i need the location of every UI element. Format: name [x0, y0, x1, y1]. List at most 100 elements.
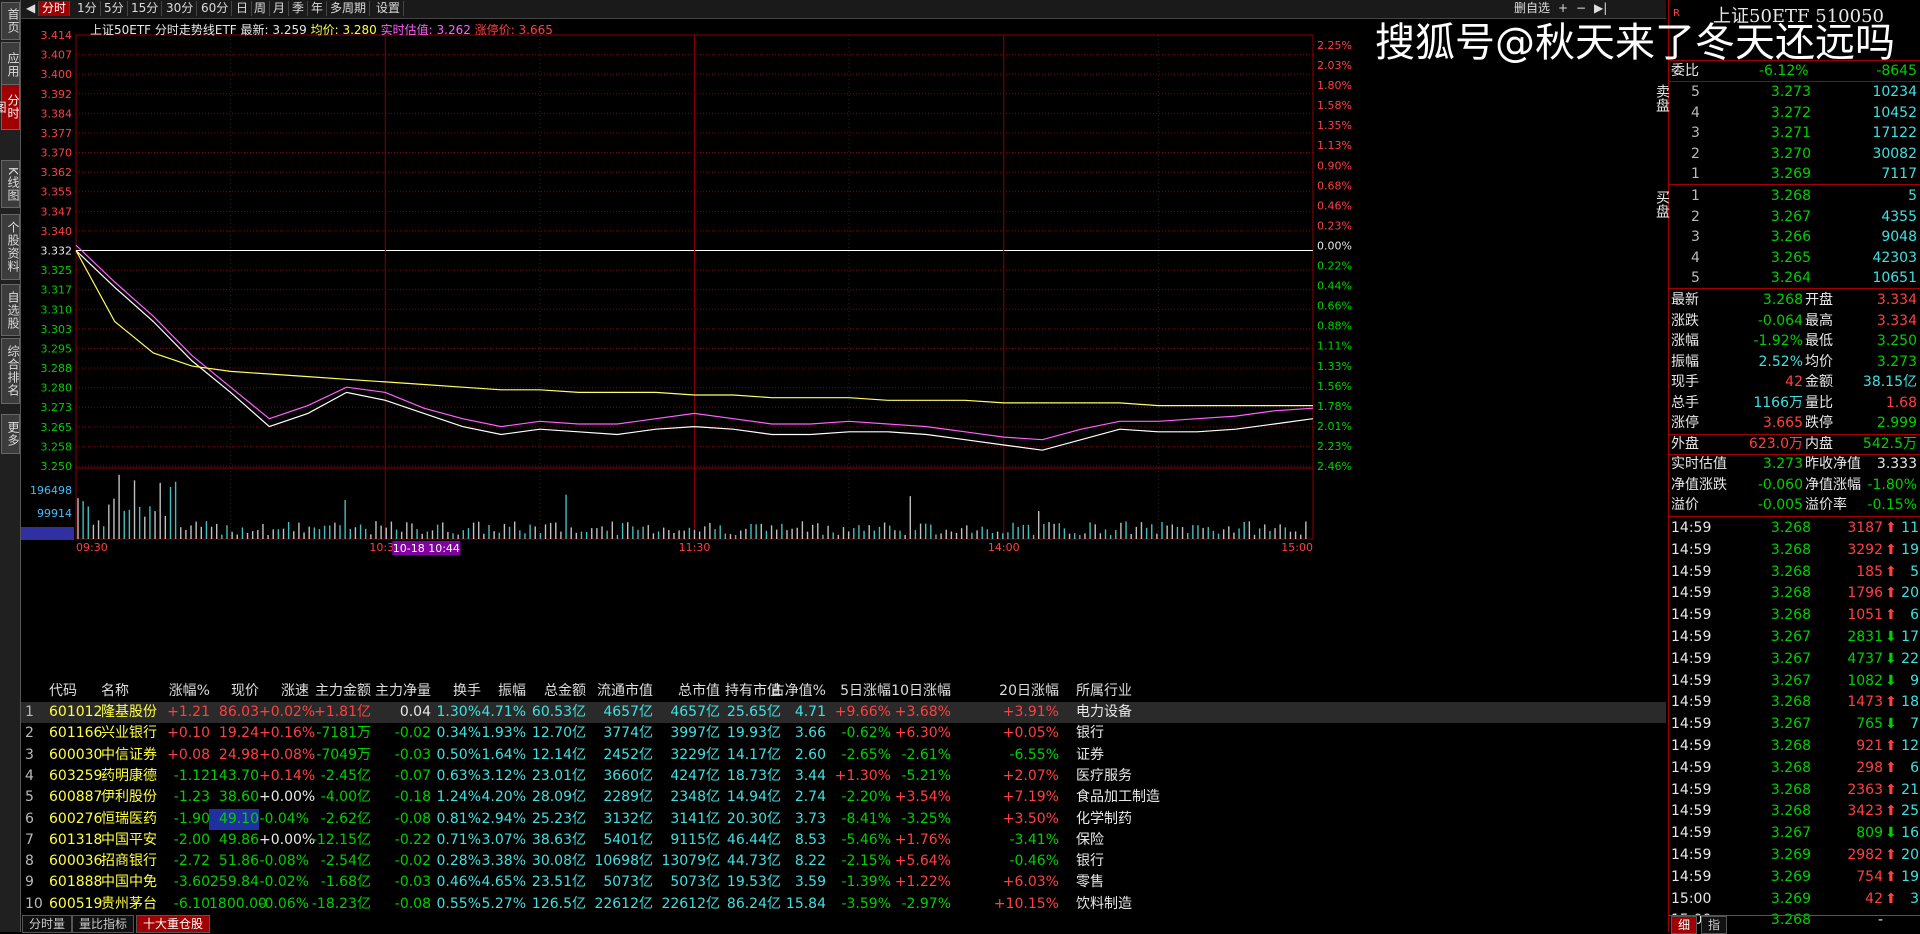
table-row[interactable]: 4 603259 药明康德 -1.12 143.70 +0.14% -2.45亿 -0.07 0… — [21, 766, 1666, 787]
nav-home[interactable]: 首页 — [1, 2, 20, 40]
tab-timeshare[interactable]: 分时 — [39, 1, 71, 16]
nav-timeshare[interactable]: 分时图 — [0, 84, 20, 130]
chg-5d: +9.66% — [834, 704, 891, 720]
pct-tick-label: 2.01% — [1317, 420, 1352, 433]
tab-1min[interactable]: 1分 — [74, 1, 101, 16]
tab-day[interactable]: 日 — [233, 1, 253, 16]
nav-apps[interactable]: 应用 — [1, 42, 20, 88]
nav-stock-info[interactable]: 个股资料 — [1, 214, 20, 280]
arrow-down-icon: ⬇ — [1885, 716, 1897, 733]
sell-level-row[interactable]: 4 3.272 10452 — [1671, 103, 1920, 124]
tick-volume: 3187 — [1847, 520, 1883, 536]
stat-value: 1.68 — [1885, 394, 1917, 411]
col-header[interactable]: 总金额 — [531, 681, 586, 702]
table-row[interactable]: 10 600519 贵州茅台 -6.10 1800.00 -0.06% -18.23亿 -0.… — [21, 894, 1666, 915]
table-row[interactable]: 7 601318 中国平安 -2.00 49.86 +0.00% -12.15亿 -0.22 0… — [21, 830, 1666, 851]
amplitude: 4.71% — [481, 704, 526, 720]
total-amount: 60.53亿 — [531, 704, 586, 720]
tick-volume: 1796 — [1847, 585, 1883, 602]
tab-month[interactable]: 月 — [270, 1, 290, 16]
arrow-down-icon: ⬇ — [1885, 629, 1897, 645]
tab-30min[interactable]: 30分 — [163, 1, 198, 16]
tab-index[interactable]: 指 — [1701, 916, 1728, 934]
sell-level-row[interactable]: 3 3.271 17122 — [1671, 123, 1920, 144]
sell-level-row[interactable]: 1 3.269 7117 — [1671, 164, 1920, 185]
buy-level-row[interactable]: 5 3.264 10651 — [1671, 268, 1920, 289]
sell-level-row[interactable]: 5 3.273 10234 — [1671, 82, 1920, 103]
nav-pct: 4.71 — [794, 704, 826, 720]
nav-more[interactable]: 更多 — [1, 414, 20, 454]
time-tick-label: 15:00 — [1281, 541, 1313, 554]
row-index: 3 — [25, 746, 34, 763]
col-header[interactable]: 换手 — [436, 681, 481, 702]
tab-detail[interactable]: 细 — [1671, 916, 1698, 934]
nav-watchlist[interactable]: 自选股 — [1, 284, 20, 336]
price-tick-label: 3.400 — [41, 68, 73, 81]
nav-ranking[interactable]: 综合排名 — [1, 338, 20, 404]
tab-top10-holdings[interactable]: 十大重仓股 — [136, 915, 211, 933]
stat-label: 最低 — [1805, 333, 1833, 349]
stock-code: 603259 — [49, 767, 103, 784]
col-header[interactable]: 名称 — [101, 681, 161, 702]
total-amount: 126.5亿 — [531, 895, 586, 912]
col-header[interactable]: 现价 — [209, 681, 259, 702]
tab-year[interactable]: 年 — [308, 1, 328, 16]
tab-60min[interactable]: 60分 — [198, 1, 233, 16]
stock-code: 600519 — [49, 895, 103, 912]
nav-kline[interactable]: K线图 — [1, 160, 20, 208]
tab-week[interactable]: 周 — [251, 1, 271, 16]
level-price: 3.268 — [1770, 188, 1811, 204]
sell-level-row[interactable]: 2 3.270 30082 — [1671, 144, 1920, 165]
buy-level-row[interactable]: 1 3.268 5 — [1671, 186, 1920, 207]
col-header[interactable]: 所属行业 — [1076, 681, 1226, 702]
price-tick-label: 3.273 — [41, 401, 73, 414]
stock-code: 601318 — [49, 831, 103, 848]
table-row[interactable]: 2 601166 兴业银行 +0.10 19.24 +0.16% -7181万 -0.02 0.… — [21, 723, 1666, 744]
turnover: 0.50% — [436, 746, 481, 763]
row-index: 8 — [25, 853, 34, 870]
col-header[interactable]: 涨幅% — [165, 681, 210, 702]
back-icon[interactable]: ◀ — [23, 1, 40, 16]
table-row[interactable]: 8 600036 招商银行 -2.72 51.86 -0.08% -2.54亿 -0.02 0.… — [21, 851, 1666, 872]
industry: 保险 — [1076, 831, 1104, 848]
col-header[interactable]: 5日涨幅 — [831, 681, 891, 702]
industry: 化学制药 — [1076, 810, 1132, 827]
col-header[interactable]: 主力金额 — [306, 681, 371, 702]
timeshare-chart[interactable]: 3.414 3.407 3.400 3.392 3.384 3.377 3.370 3.362… — [21, 19, 1666, 679]
col-header[interactable]: 占净值% — [766, 681, 826, 702]
table-row[interactable]: 1 601012 隆基股份 +1.21 86.03 +0.02% +1.81亿 0.04 1.3… — [21, 702, 1666, 723]
row-index: 6 — [25, 810, 34, 827]
speed: +0.00% — [259, 831, 316, 848]
col-header[interactable]: 流通市值 — [593, 681, 653, 702]
speed: -0.02% — [259, 874, 309, 891]
tick-price: 3.268 — [1770, 694, 1811, 711]
main-net: -0.03 — [394, 746, 431, 763]
buy-level-row[interactable]: 3 3.266 9048 — [1671, 227, 1920, 248]
tab-volume-ratio[interactable]: 量比指标 — [72, 915, 135, 933]
table-row[interactable]: 9 601888 中国中免 -3.60 259.84 -0.02% -1.68亿 -0.03 0… — [21, 872, 1666, 893]
tick-time: 14:59 — [1671, 607, 1712, 624]
buy-level-row[interactable]: 4 3.265 42303 — [1671, 248, 1920, 269]
time-tick-label: 11:30 — [679, 541, 711, 554]
col-header[interactable]: 代码 — [49, 681, 99, 702]
col-header[interactable]: 涨速 — [259, 681, 309, 702]
col-header[interactable]: 振幅 — [481, 681, 526, 702]
tab-5min[interactable]: 5分 — [101, 1, 128, 16]
amplitude: 3.12% — [481, 767, 526, 784]
tab-multi-period[interactable]: 多周期 — [327, 1, 371, 16]
level-volume: 5 — [1908, 188, 1917, 204]
col-header[interactable]: 20日涨幅 — [941, 681, 1059, 702]
col-header[interactable]: 主力净量 — [371, 681, 431, 702]
tab-settings[interactable]: 设置 — [373, 1, 405, 16]
col-header[interactable]: 总市值 — [658, 681, 720, 702]
tab-15min[interactable]: 15分 — [128, 1, 163, 16]
table-row[interactable]: 3 600030 中信证券 +0.08 24.98 +0.08% -7049万 -0.03 0.… — [21, 745, 1666, 766]
buy-level-row[interactable]: 2 3.267 4355 — [1671, 207, 1920, 228]
total-amount: 25.23亿 — [531, 810, 586, 827]
amplitude: 1.64% — [481, 746, 526, 763]
total-mcap: 3997亿 — [670, 725, 720, 742]
tab-quarter[interactable]: 季 — [289, 1, 309, 16]
table-row[interactable]: 5 600887 伊利股份 -1.23 38.60 +0.00% -4.00亿 -0.18 1.… — [21, 787, 1666, 808]
tab-volume[interactable]: 分时量 — [22, 915, 73, 933]
table-row[interactable]: 6 600276 恒瑞医药 -1.90 49.10 -0.04% -2.62亿 -0.08 0.… — [21, 808, 1666, 830]
